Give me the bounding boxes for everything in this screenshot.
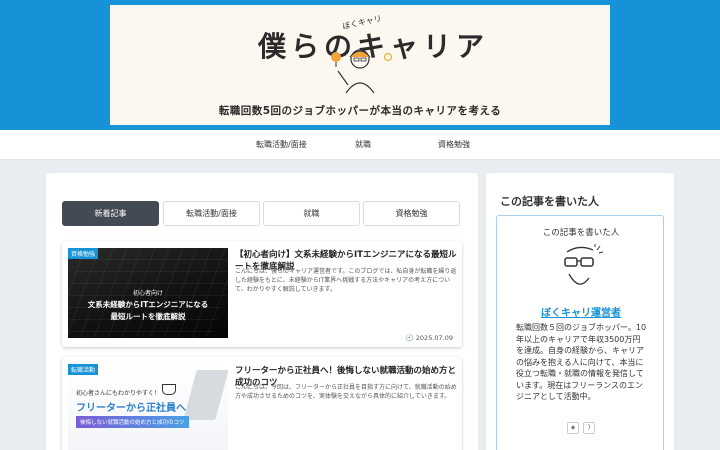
category-badge: 転職活動 [68, 364, 99, 375]
thumbnail-text: 初心者さんにもわかりやすく！ [76, 390, 161, 397]
category-badge: 資格勉強 [68, 248, 99, 259]
header-illustration-icon [331, 49, 392, 94]
rss-icon[interactable]: ) [583, 422, 595, 434]
article-excerpt: こんにちは、僕らのキャリア運営者です。このブログでは、私自身が転職を繰り返した経… [235, 268, 457, 293]
profile-title: この記事を書いた人 [542, 228, 620, 238]
thumbnail-text: 初心者向け [132, 290, 163, 297]
feedly-icon[interactable]: ◈ [567, 422, 579, 434]
laptop-illustration [183, 370, 228, 420]
article-excerpt: こんにちは。今回は、フリーターから正社員を目指す方に向けて、就職活動の始め方や成… [235, 384, 457, 400]
nav-item-employment[interactable]: 就職 [355, 139, 371, 150]
main-content: 新着記事 転職活動/面接 就職 資格勉強 初心者向け 文系未経験からITエンジニ… [46, 173, 478, 450]
tab-job-change[interactable]: 転職活動/面接 [163, 201, 260, 226]
article-thumbnail[interactable]: 初心者さんにもわかりやすく！ フリーターから正社員へ 後悔しない就職活動の始め方… [68, 364, 228, 450]
global-nav: 転職活動/面接 就職 資格勉強 [0, 130, 720, 160]
thumbnail-text: 最短ルートを徹底解説 [110, 312, 186, 321]
coffee-cup-icon [162, 384, 176, 395]
clock-icon: 🕘 [405, 334, 414, 342]
author-description: 転職回数５回のジョブホッパー。10年以上のキャリアで年収3500万円を達成。自身… [516, 323, 647, 401]
tab-employment[interactable]: 就職 [263, 201, 360, 226]
article-date-text: 2025.07.09 [415, 334, 453, 342]
author-profile-box: この記事を書いた人 ぼくキャリ運営者 転職回数５回のジョブホッパー。10年以上の… [496, 215, 664, 450]
article-tabs: 新着記事 転職活動/面接 就職 資格勉強 [62, 201, 462, 226]
author-avatar-icon [564, 244, 603, 285]
tab-certification[interactable]: 資格勉強 [363, 201, 460, 226]
sidebar-heading: この記事を書いた人 [500, 195, 599, 208]
article-date: 🕘 2025.07.09 [406, 334, 453, 342]
article-card[interactable]: 初心者さんにもわかりやすく！ フリーターから正社員へ 後悔しない就職活動の始め方… [62, 357, 462, 450]
header-banner[interactable]: ぼくキャリ 僕らのキャリア 転職回数5回のジョブホッパーが本当のキャリアを考える [110, 5, 610, 125]
nav-item-certification[interactable]: 資格勉強 [438, 139, 470, 150]
nav-item-job-change[interactable]: 転職活動/面接 [256, 139, 307, 150]
thumbnail-text: 文系未経験からITエンジニアになる [87, 300, 209, 309]
article-thumbnail[interactable]: 初心者向け 文系未経験からITエンジニアになる 最短ルートを徹底解説 [68, 248, 228, 338]
site-header: ぼくキャリ 僕らのキャリア 転職回数5回のジョブホッパーが本当のキャリアを考える [0, 0, 720, 130]
tab-new-articles[interactable]: 新着記事 [62, 201, 159, 226]
site-tagline: 転職回数5回のジョブホッパーが本当のキャリアを考える [218, 105, 502, 117]
author-name-link[interactable]: ぼくキャリ運営者 [497, 304, 665, 319]
thumbnail-text: フリーターから正社員へ [76, 403, 186, 414]
thumbnail-text: 後悔しない就職活動の始め方と成功のコツ [76, 416, 189, 428]
sidebar: この記事を書いた人 この記事を書いた人 ぼくキャリ運営者 転職回数５回のジョブホ… [486, 173, 674, 450]
article-card[interactable]: 初心者向け 文系未経験からITエンジニアになる 最短ルートを徹底解説 資格勉強 … [62, 241, 462, 347]
